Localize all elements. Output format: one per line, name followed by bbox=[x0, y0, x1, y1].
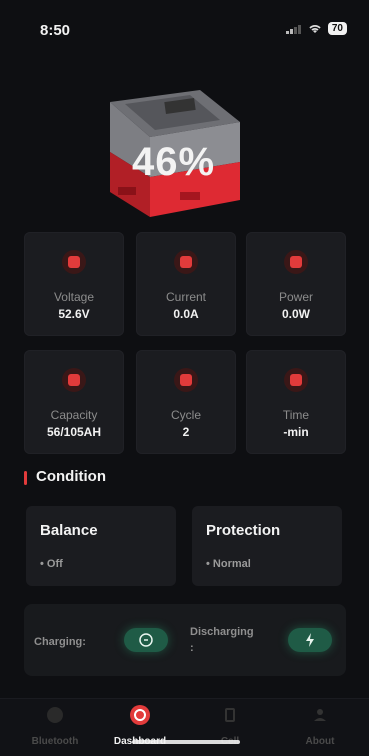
capacity-label: Capacity bbox=[50, 408, 98, 422]
status-time: 8:50 bbox=[40, 22, 71, 39]
current-label: Current bbox=[165, 290, 206, 304]
tab-bluetooth[interactable]: Bluetooth bbox=[10, 705, 100, 747]
home-indicator bbox=[132, 740, 240, 744]
plug-icon bbox=[139, 633, 153, 647]
time-value: -min bbox=[283, 425, 309, 439]
clock-icon bbox=[284, 368, 308, 392]
cycle-card: Cycle 2 bbox=[136, 350, 236, 454]
cell-icon bbox=[225, 708, 235, 722]
state-of-charge-percent: 46% bbox=[132, 140, 216, 184]
voltage-label: Voltage bbox=[53, 290, 95, 304]
bar-chart-icon bbox=[174, 368, 198, 392]
balance-value: • Off bbox=[40, 558, 63, 570]
discharging-label: Discharging bbox=[190, 626, 254, 638]
gauge-icon bbox=[174, 250, 198, 274]
tab-bluetooth-label: Bluetooth bbox=[31, 736, 79, 747]
tab-cell[interactable]: Cell bbox=[185, 705, 275, 747]
current-card: Current 0.0A bbox=[136, 232, 236, 336]
bottom-tab-bar: Bluetooth Dashboard Cell About bbox=[0, 698, 369, 756]
discharging-colon: : bbox=[190, 642, 194, 654]
capacity-card: Capacity 56/105AH bbox=[24, 350, 124, 454]
user-icon bbox=[314, 709, 326, 721]
condition-title: Condition bbox=[36, 468, 106, 485]
meter-icon bbox=[284, 250, 308, 274]
tab-about-label: About bbox=[305, 736, 335, 747]
power-card: Power 0.0W bbox=[246, 232, 346, 336]
capacity-value: 56/105AH bbox=[46, 425, 102, 439]
wifi-icon bbox=[309, 24, 321, 33]
discharging-toggle[interactable] bbox=[288, 628, 332, 652]
protection-card: Protection • Normal bbox=[192, 506, 342, 586]
section-accent-bar bbox=[24, 471, 27, 485]
protection-title: Protection bbox=[206, 522, 281, 539]
dashboard-icon bbox=[130, 705, 150, 725]
status-icons: 70 bbox=[285, 22, 347, 35]
battery-level-badge: 70 bbox=[327, 22, 347, 35]
status-bar: 8:50 70 bbox=[0, 0, 369, 52]
time-label: Time bbox=[282, 408, 310, 422]
cycle-value: 2 bbox=[182, 425, 190, 439]
time-card: Time -min bbox=[246, 350, 346, 454]
charging-toggle[interactable] bbox=[124, 628, 168, 652]
tab-dashboard[interactable]: Dashboard bbox=[95, 705, 185, 747]
lightning-icon bbox=[306, 633, 314, 647]
battery-pack-icon bbox=[62, 368, 86, 392]
balance-title: Balance bbox=[40, 522, 98, 539]
tab-about[interactable]: About bbox=[275, 705, 365, 747]
protection-value: • Normal bbox=[206, 558, 251, 570]
current-value: 0.0A bbox=[173, 307, 199, 321]
power-label: Power bbox=[278, 290, 313, 304]
bluetooth-icon bbox=[47, 707, 63, 723]
voltage-value: 52.6V bbox=[58, 307, 90, 321]
charge-control-card: Charging: Discharging : bbox=[24, 604, 346, 676]
signal-icon bbox=[285, 24, 301, 34]
cycle-label: Cycle bbox=[170, 408, 201, 422]
balance-card: Balance • Off bbox=[26, 506, 176, 586]
battery-icon bbox=[62, 250, 86, 274]
voltage-card: Voltage 52.6V bbox=[24, 232, 124, 336]
charging-label: Charging: bbox=[34, 636, 86, 648]
power-value: 0.0W bbox=[281, 307, 310, 321]
